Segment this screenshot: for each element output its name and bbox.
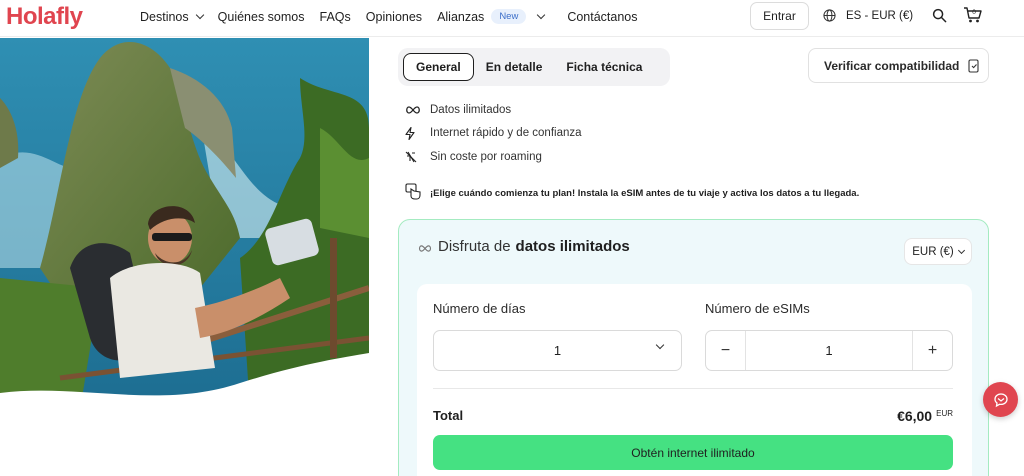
days-label: Número de días: [433, 301, 526, 316]
product-tabs: General En detalle Ficha técnica: [398, 48, 670, 86]
hero-image: [0, 38, 369, 410]
verify-compatibility-label: Verificar compatibilidad: [824, 58, 960, 73]
nav-opiniones-label: Opiniones: [365, 9, 423, 24]
chat-support-button[interactable]: [983, 382, 1018, 417]
cart-count: 0: [972, 9, 976, 16]
total-label: Total: [433, 408, 464, 423]
feature-item: Sin coste por roaming: [405, 145, 582, 169]
plan-card: Disfruta de datos ilimitados EUR (€) Núm…: [398, 219, 989, 476]
cart-button[interactable]: 0: [963, 6, 983, 29]
feature-item: Internet rápido y de confianza: [405, 122, 582, 146]
activation-tip: ¡Elige cuándo comienza tu plan! Instala …: [405, 183, 859, 203]
esims-stepper: − 1 +: [705, 330, 953, 371]
holafly-logo[interactable]: Holafly: [6, 3, 83, 31]
plan-title: Disfruta de datos ilimitados: [418, 238, 630, 255]
get-unlimited-internet-button[interactable]: Obtén internet ilimitado: [433, 435, 953, 470]
site-header: Holafly Destinos Quiénes somos FAQs Opin…: [0, 0, 1024, 37]
no-roaming-icon: [405, 151, 430, 163]
days-value: 1: [553, 343, 562, 358]
feature-list: Datos ilimitados Internet rápido y de co…: [405, 98, 582, 169]
nav-quienes-somos[interactable]: Quiénes somos: [218, 10, 305, 24]
increase-button[interactable]: +: [912, 331, 952, 370]
tab-general[interactable]: General: [403, 53, 474, 81]
traveler-selfie-image: [0, 38, 369, 410]
lightning-icon: [405, 126, 430, 140]
total-price: €6,00 EUR: [897, 408, 953, 424]
feature-text: Datos ilimitados: [430, 103, 512, 116]
esims-label: Número de eSIMs: [705, 301, 810, 316]
chevron-down-icon: [957, 246, 965, 254]
plan-config: Número de días Número de eSIMs 1 − 1 + T…: [417, 284, 972, 476]
tap-hand-icon: [405, 183, 430, 203]
nav-destinos[interactable]: Destinos: [140, 9, 204, 24]
nav-contactanos[interactable]: Contáctanos: [567, 10, 637, 24]
divider: [433, 388, 953, 389]
nav-alianzas[interactable]: Alianzas New: [437, 9, 546, 24]
chevron-down-icon: [195, 10, 204, 20]
nav-faqs-label: FAQs: [319, 9, 351, 24]
main-nav: Destinos Quiénes somos FAQs Opiniones Al…: [140, 0, 653, 33]
globe-icon: [823, 9, 836, 22]
total-currency: EUR: [936, 409, 953, 418]
verify-compatibility-button[interactable]: Verificar compatibilidad: [808, 48, 989, 83]
total-amount: €6,00: [897, 408, 933, 424]
infinity-icon: [405, 106, 430, 114]
activation-tip-text: ¡Elige cuándo comienza tu plan! Instala …: [430, 187, 860, 199]
chat-icon: [993, 392, 1008, 407]
login-button[interactable]: Entrar: [750, 2, 809, 30]
feature-text: Sin coste por roaming: [430, 150, 542, 163]
tab-ficha-tecnica[interactable]: Ficha técnica: [554, 53, 654, 81]
nav-destinos-label: Destinos: [140, 9, 189, 24]
cart-icon: 0: [964, 7, 982, 23]
infinity-icon: [418, 239, 432, 255]
language-selector[interactable]: ES - EUR (€): [823, 9, 913, 22]
search-icon[interactable]: [932, 8, 947, 23]
nav-alianzas-label: Alianzas: [437, 9, 485, 24]
feature-text: Internet rápido y de confianza: [430, 127, 582, 140]
tab-en-detalle[interactable]: En detalle: [474, 53, 555, 81]
nav-opiniones[interactable]: Opiniones: [366, 10, 422, 24]
plan-title-prefix: Disfruta de: [438, 238, 511, 255]
currency-selector[interactable]: EUR (€): [904, 238, 972, 265]
feature-item: Datos ilimitados: [405, 98, 582, 122]
days-select[interactable]: 1: [433, 330, 682, 371]
chevron-down-icon: [655, 340, 665, 350]
plan-title-bold: datos ilimitados: [515, 238, 630, 255]
currency-label: EUR (€): [912, 245, 954, 258]
esims-value[interactable]: 1: [746, 343, 912, 358]
device-check-icon: [968, 58, 979, 73]
nav-contactanos-label: Contáctanos: [567, 9, 638, 24]
new-badge: New: [491, 9, 527, 24]
language-label: ES - EUR (€): [846, 9, 914, 22]
nav-faqs[interactable]: FAQs: [320, 10, 351, 24]
decrease-button[interactable]: −: [706, 331, 746, 370]
chevron-down-icon: [537, 10, 546, 20]
nav-quienes-label: Quiénes somos: [217, 9, 305, 24]
